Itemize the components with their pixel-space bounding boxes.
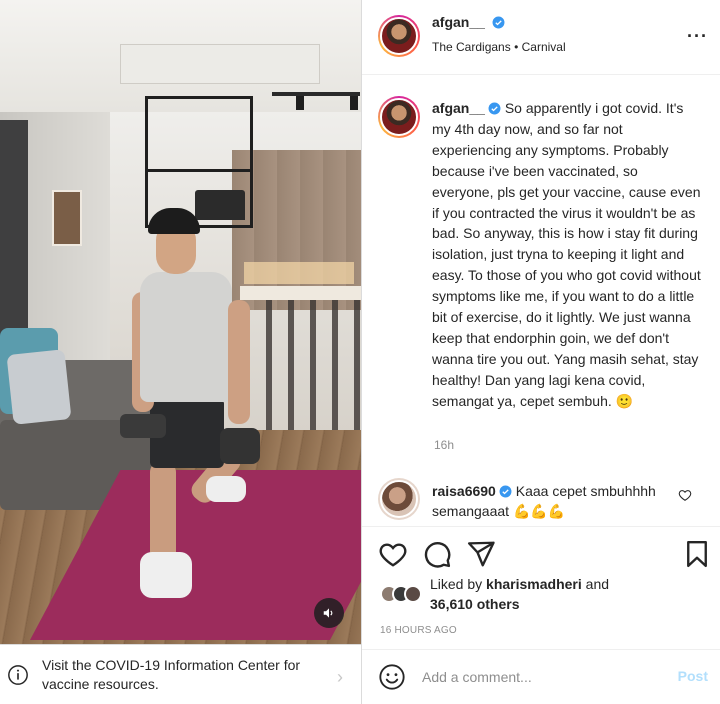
post-comment-button[interactable]: Post — [678, 668, 708, 684]
post-caption: afgan__ So apparently i got covid. It's … — [432, 98, 702, 412]
person-cap — [148, 208, 200, 234]
add-comment-bar: Post — [362, 649, 720, 704]
add-comment-input[interactable] — [422, 662, 652, 692]
video-scene-pillow — [6, 349, 72, 425]
video-scene-ac — [120, 44, 320, 84]
comments-section: afgan__ So apparently i got covid. It's … — [362, 76, 720, 526]
commenter-avatar-image — [380, 480, 418, 518]
dumbbell — [220, 428, 260, 464]
caption-username[interactable]: afgan__ — [432, 100, 485, 116]
likes-summary[interactable]: Liked by kharismadheri and 36,610 others — [430, 574, 609, 614]
muscle-emoji-icon: 💪💪💪 — [512, 503, 566, 519]
covid-info-text: Visit the COVID-19 Information Center fo… — [42, 656, 301, 692]
likes-prefix: Liked by — [430, 576, 483, 592]
comment-bubble-icon[interactable] — [422, 539, 452, 569]
comment-like-heart-icon[interactable] — [678, 488, 692, 502]
video-scene-lamp — [296, 96, 304, 110]
verified-badge-icon — [488, 102, 501, 115]
covid-info-banner[interactable]: Visit the COVID-19 Information Center fo… — [0, 644, 361, 704]
likes-mid: and — [585, 576, 610, 592]
bookmark-icon[interactable] — [682, 539, 712, 569]
caption-time[interactable]: 16h — [434, 438, 454, 452]
author-avatar[interactable] — [378, 15, 420, 57]
audio-track: Carnival — [521, 40, 566, 54]
commenter-username[interactable]: raisa6690 — [432, 483, 496, 499]
post-side-panel: afgan__ The Cardigans • Carnival ··· afg… — [361, 0, 720, 704]
comment-item: raisa6690 Kaaa cepet smbuhhhh semangaaat… — [432, 481, 682, 521]
person-shoe — [206, 476, 246, 502]
smile-emoji-icon: 🙂 — [615, 392, 634, 409]
verified-badge-icon — [499, 485, 512, 498]
post-header: afgan__ The Cardigans • Carnival ··· — [362, 0, 720, 75]
post-actions: Liked by kharismadheri and 36,610 others… — [362, 526, 720, 704]
chevron-right-icon: › — [337, 667, 343, 687]
like-heart-icon[interactable] — [378, 539, 408, 569]
info-icon — [8, 664, 28, 685]
author-username[interactable]: afgan__ — [432, 14, 485, 30]
post-video[interactable] — [0, 0, 361, 644]
more-options-button[interactable]: ··· — [687, 26, 708, 47]
caption-text: So apparently i got covid. It's my 4th d… — [432, 100, 701, 409]
person-shoe — [140, 552, 192, 598]
audio-artist: The Cardigans — [432, 40, 511, 54]
video-scene-lamp-rail — [272, 92, 360, 96]
emoji-picker-icon[interactable] — [378, 663, 406, 691]
likes-user[interactable]: kharismadheri — [486, 576, 582, 592]
audio-toggle-button[interactable] — [314, 598, 344, 628]
share-paper-plane-icon[interactable] — [466, 539, 496, 569]
person-torso — [140, 272, 232, 402]
author-avatar-image — [380, 17, 418, 55]
liker-avatar — [404, 585, 422, 603]
video-scene-artwork — [52, 190, 82, 246]
likes-others[interactable]: 36,610 others — [430, 596, 520, 612]
audio-separator: • — [514, 40, 519, 54]
author-name-row: afgan__ — [432, 14, 505, 30]
video-person — [120, 200, 270, 620]
verified-badge-icon — [492, 16, 505, 29]
caption-author-avatar[interactable] — [378, 96, 420, 138]
likes-row: Liked by kharismadheri and 36,610 others — [380, 574, 609, 614]
dumbbell — [120, 414, 166, 438]
caption-avatar-image — [380, 98, 418, 136]
person-arm — [228, 300, 250, 424]
post-timestamp[interactable]: 16 HOURS AGO — [380, 625, 457, 636]
audio-attribution[interactable]: The Cardigans • Carnival — [432, 40, 566, 54]
video-scene-lamp — [350, 96, 358, 110]
commenter-avatar[interactable] — [378, 478, 420, 520]
speaker-icon — [323, 608, 333, 618]
